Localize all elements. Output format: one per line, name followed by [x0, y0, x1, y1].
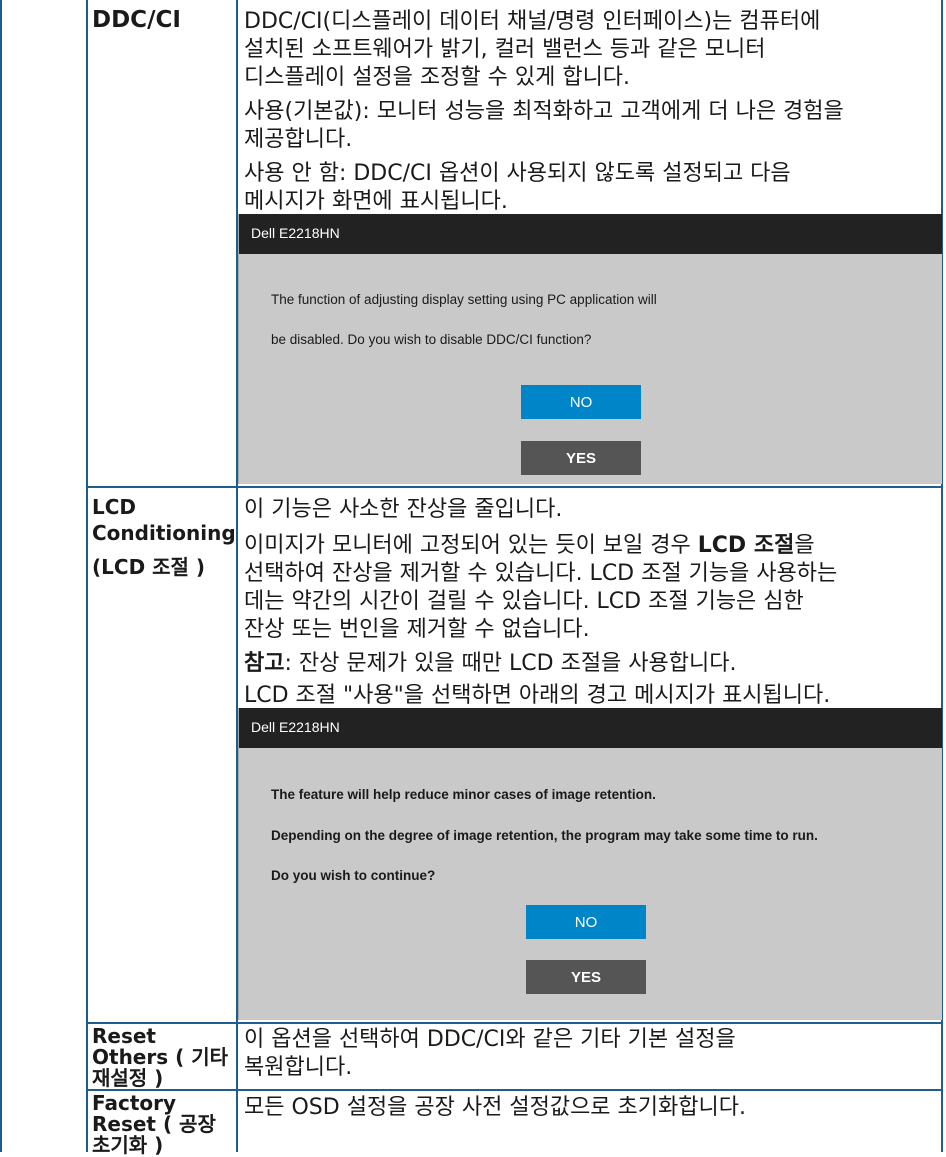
ddc-ci-text-2a: 사용(기본값): 모니터 성능을 최적화하고 고객에게 더 나은 경험을 — [244, 99, 844, 124]
lcd-dialog-message-1: The feature will help reduce minor cases… — [271, 787, 656, 802]
ddc-ci-dialog-title: Dell E2218HN — [251, 225, 340, 241]
reset-others-label-3: 재설정 ) — [92, 1066, 164, 1090]
lcd-text-2a-pre: 이미지가 모니터에 고정되어 있는 듯이 보일 경우 — [244, 533, 698, 558]
lcd-dialog-titlebar: Dell E2218HN — [239, 708, 942, 748]
ddc-ci-dialog-message-1: The function of adjusting display settin… — [271, 292, 657, 307]
ddc-ci-text-1b: 설치된 소프트웨어가 밝기, 컬러 밸런스 등과 같은 모니터 — [244, 37, 766, 62]
ddc-ci-dialog-titlebar: Dell E2218HN — [239, 214, 942, 254]
reset-others-text-1b: 복원합니다. — [244, 1055, 353, 1080]
lcd-text-2a-bold: LCD 조절 — [697, 533, 795, 558]
reset-others-description: 이 옵션을 선택하여 DDC/CI와 같은 기타 기본 설정을 복원합니다. — [244, 1026, 938, 1082]
ddc-ci-description: DDC/CI(디스플레이 데이터 채널/명령 인터페이스)는 컴퓨터에 설치된 … — [244, 8, 938, 216]
factory-reset-label: Factory Reset ( 공장 초기화 ) — [92, 1093, 216, 1156]
factory-reset-label-1: Factory — [92, 1091, 177, 1115]
ddc-ci-text-3a: 사용 안 함: DDC/CI 옵션이 사용되지 않도록 설정되고 다음 — [244, 161, 791, 186]
lcd-dialog-message-2: Depending on the degree of image retenti… — [271, 828, 818, 843]
factory-reset-text: 모든 OSD 설정을 공장 사전 설정값으로 초기화합니다. — [244, 1095, 746, 1120]
factory-reset-description: 모든 OSD 설정을 공장 사전 설정값으로 초기화합니다. — [244, 1094, 938, 1122]
ddc-ci-text-1a: DDC/CI(디스플레이 데이터 채널/명령 인터페이스)는 컴퓨터에 — [244, 9, 821, 34]
lcd-label-line-3: (LCD 조절 ) — [92, 555, 206, 579]
factory-reset-label-2: Reset ( 공장 — [92, 1112, 216, 1136]
lcd-conditioning-label: LCD Conditioning (LCD 조절 ) — [92, 494, 236, 580]
lcd-text-2a: 이미지가 모니터에 고정되어 있는 듯이 보일 경우 LCD 조절을 — [244, 532, 938, 560]
lcd-text-2b: 선택하여 잔상을 제거할 수 있습니다. LCD 조절 기능을 사용하는 — [244, 561, 838, 586]
reset-others-label: Reset Others ( 기타 재설정 ) — [92, 1026, 228, 1089]
row-divider-2 — [86, 1022, 943, 1024]
lcd-text-1: 이 기능은 사소한 잔상을 줄입니다. — [244, 497, 563, 522]
reset-others-label-1: Reset — [92, 1024, 156, 1048]
reset-others-label-2: Others ( 기타 — [92, 1045, 228, 1069]
lcd-label-line-2: Conditioning — [92, 521, 236, 545]
lcd-no-button[interactable]: NO — [526, 905, 646, 939]
lcd-dialog-title: Dell E2218HN — [251, 719, 340, 735]
ddc-ci-no-button[interactable]: NO — [521, 385, 641, 419]
table-border-col1 — [86, 0, 88, 1152]
ddc-ci-dialog: Dell E2218HN The function of adjusting d… — [238, 214, 942, 484]
factory-reset-label-3: 초기화 ) — [92, 1133, 164, 1157]
lcd-dialog: Dell E2218HN The feature will help reduc… — [238, 708, 942, 1020]
ddc-ci-yes-button[interactable]: YES — [521, 441, 641, 475]
table-border-left — [0, 0, 2, 1152]
ddc-ci-text-1c: 디스플레이 설정을 조정할 수 있게 합니다. — [244, 65, 631, 90]
lcd-note-text: : 잔상 문제가 있을 때만 LCD 조절을 사용합니다. — [284, 651, 737, 676]
lcd-label-line-1: LCD — [92, 495, 137, 519]
ddc-ci-text-2b: 제공합니다. — [244, 127, 353, 152]
ddc-ci-text-3b: 메시지가 화면에 표시됩니다. — [244, 189, 508, 214]
row-divider-1 — [86, 486, 943, 488]
lcd-text-2a-post: 을 — [794, 533, 815, 558]
lcd-yes-button[interactable]: YES — [526, 960, 646, 994]
reset-others-text-1a: 이 옵션을 선택하여 DDC/CI와 같은 기타 기본 설정을 — [244, 1027, 736, 1052]
ddc-ci-label-text: DDC/CI — [92, 7, 181, 33]
lcd-text-4: LCD 조절 "사용"을 선택하면 아래의 경고 메시지가 표시됩니다. — [244, 683, 831, 708]
ddc-ci-label: DDC/CI — [92, 6, 181, 34]
lcd-note: 참고: 잔상 문제가 있을 때만 LCD 조절을 사용합니다. — [244, 650, 938, 678]
lcd-text-2d: 잔상 또는 번인을 제거할 수 없습니다. — [244, 617, 590, 642]
lcd-description: 이 기능은 사소한 잔상을 줄입니다. 이미지가 모니터에 고정되어 있는 듯이… — [244, 496, 938, 710]
ddc-ci-dialog-message-2: be disabled. Do you wish to disable DDC/… — [271, 332, 592, 347]
row-divider-3 — [86, 1089, 943, 1091]
lcd-dialog-message-3: Do you wish to continue? — [271, 868, 436, 883]
lcd-text-2c: 데는 약간의 시간이 걸릴 수 있습니다. LCD 조절 기능은 심한 — [244, 589, 804, 614]
lcd-note-label: 참고 — [244, 651, 285, 676]
